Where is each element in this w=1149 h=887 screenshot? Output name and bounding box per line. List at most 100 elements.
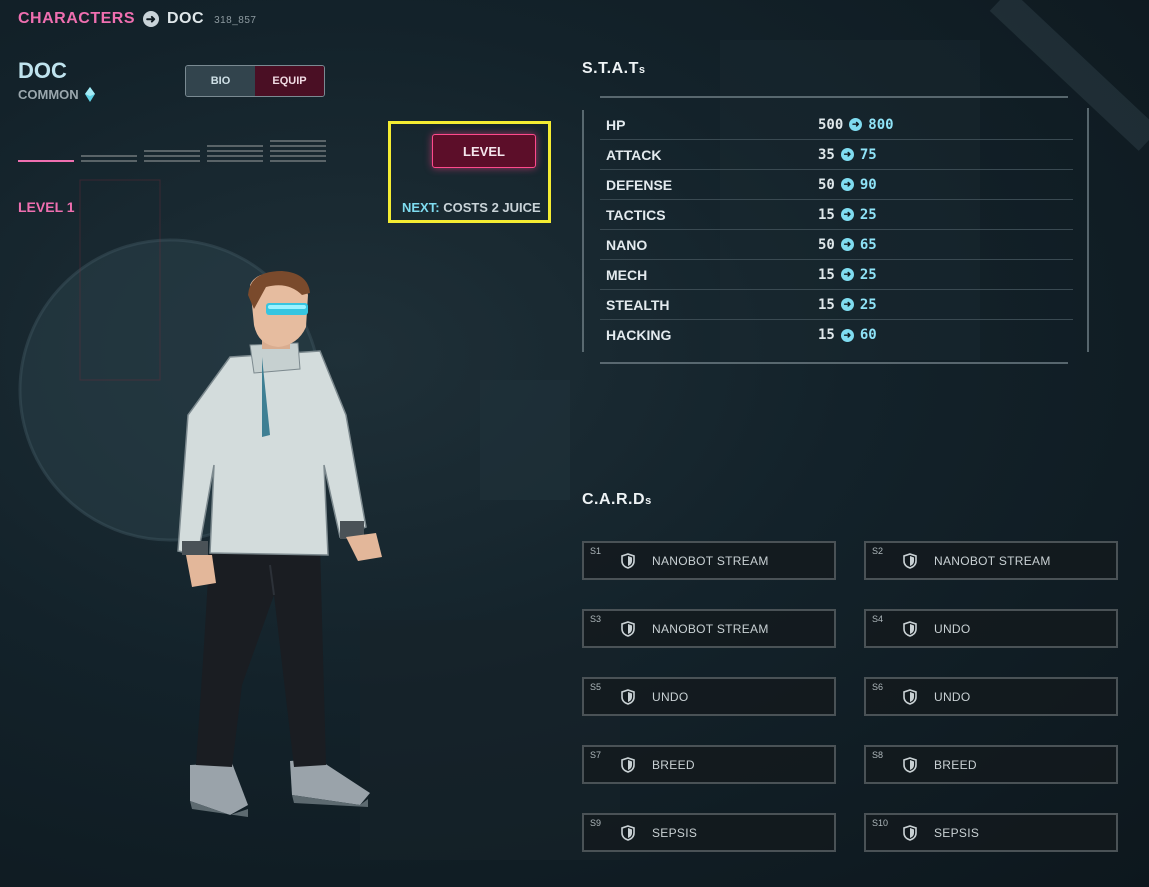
cards-title-text: C.A.R.D [582,491,646,508]
stat-current-value: 15 [818,206,835,223]
stat-row-mech: MECH 15 ➜ 25 [600,260,1073,290]
arrow-right-circle-icon: ➜ [840,238,854,251]
shield-icon [621,689,635,705]
card-slot-s8[interactable]: S8 BREED [864,745,1118,784]
stat-name: HACKING [606,327,672,343]
stat-name: DEFENSE [606,176,673,193]
next-label: NEXT: [402,200,440,215]
card-name: NANOBOT STREAM [652,554,769,568]
stats-table: HP 500 ➜ 800 ATTACK 35 ➜ 75 DEFENSE 50 ➜ 90 TACTICS 1… [600,110,1073,350]
shield-icon [621,757,635,773]
card-name: NANOBOT STREAM [652,622,769,636]
stat-current-value: 15 [818,327,835,343]
stat-name: ATTACK [606,146,662,163]
shield-icon [621,621,635,637]
character-portrait [177,271,382,817]
stats-title-text: S.T.A.T [582,60,639,77]
shield-icon [903,553,917,569]
stat-name: HP [606,116,626,133]
card-name: SEPSIS [652,826,698,840]
card-slot-label: S6 [872,682,884,692]
card-name: BREED [934,758,977,772]
shield-icon [903,825,917,841]
cards-title-suffix: s [645,495,652,507]
arrow-right-circle-icon: ➜ [840,148,854,161]
arrow-right-circle-icon: ➜ [840,298,854,311]
card-name: UNDO [652,690,689,704]
stat-next-value: 90 [859,176,877,193]
card-slot-s9[interactable]: S9 SEPSIS [582,813,836,852]
stats-title: S.T.A.Ts [582,60,645,78]
card-slot-s3[interactable]: S3 NANOBOT STREAM [582,609,836,648]
card-slot-s1[interactable]: S1 NANOBOT STREAM [582,541,836,580]
stat-row-defense: DEFENSE 50 ➜ 90 [600,170,1073,200]
stat-next-value: 75 [859,146,877,163]
stat-value: 35 ➜ 75 [818,147,877,163]
stat-value: 50 ➜ 65 [818,237,877,253]
stat-next-value: 25 [859,266,877,283]
card-slot-s10[interactable]: S10 SEPSIS [864,813,1118,852]
card-slot-label: S8 [872,750,884,760]
card-slot-s6[interactable]: S6 UNDO [864,677,1118,716]
shield-icon [903,689,917,705]
stat-value: 15 ➜ 25 [818,207,877,223]
card-slot-label: S9 [590,818,602,828]
next-cost: COSTS 2 JUICE [443,200,541,215]
card-slot-label: S1 [590,546,602,556]
level-up-button[interactable]: LEVEL [432,134,536,168]
stat-value: 15 ➜ 60 [818,327,877,343]
rarity-row: COMMON [18,87,95,102]
stat-value: 15 ➜ 25 [818,267,877,283]
arrow-right-circle-icon: ➜ [840,208,854,221]
stat-next-value: 800 [868,116,894,133]
card-name: NANOBOT STREAM [934,554,1051,568]
arrow-right-circle-icon: ➜ [849,118,863,131]
stat-name: NANO [606,236,648,253]
card-slot-s2[interactable]: S2 NANOBOT STREAM [864,541,1118,580]
stat-next-value: 65 [859,236,877,253]
breadcrumb: CHARACTERS ➜ DOC 318_857 [18,10,257,28]
breadcrumb-characters-link[interactable]: CHARACTERS [18,10,135,28]
arrow-right-circle-icon: ➜ [143,11,159,27]
arrow-right-circle-icon: ➜ [840,178,854,191]
tab-bio[interactable]: BIO [186,66,255,96]
card-name: UNDO [934,690,971,704]
card-slot-s4[interactable]: S4 UNDO [864,609,1118,648]
diamond-icon [84,87,95,102]
card-name: BREED [652,758,695,772]
card-slot-s5[interactable]: S5 UNDO [582,677,836,716]
rarity-label: COMMON [18,87,79,102]
stat-current-value: 50 [818,236,835,253]
character-id: 318_857 [214,15,257,26]
shield-icon [621,553,635,569]
stat-row-tactics: TACTICS 15 ➜ 25 [600,200,1073,230]
breadcrumb-current: DOC [167,10,205,27]
card-name: UNDO [934,622,971,636]
card-slot-s7[interactable]: S7 BREED [582,745,836,784]
stat-row-nano: NANO 50 ➜ 65 [600,230,1073,260]
stat-name: TACTICS [606,206,666,223]
stat-row-hacking: HACKING 15 ➜ 60 [600,320,1073,350]
stat-next-value: 60 [859,327,877,343]
stat-current-value: 15 [818,296,835,313]
stat-row-attack: ATTACK 35 ➜ 75 [600,140,1073,170]
card-slot-label: S5 [590,682,602,692]
next-level-cost: NEXT: COSTS 2 JUICE [402,200,541,215]
card-slot-label: S3 [590,614,602,624]
card-slot-label: S10 [872,818,889,828]
shield-icon [903,757,917,773]
tab-equip[interactable]: EQUIP [255,66,324,96]
stat-row-stealth: STEALTH 15 ➜ 25 [600,290,1073,320]
stat-next-value: 25 [859,206,877,223]
shield-icon [903,621,917,637]
stat-current-value: 500 [818,116,844,133]
stat-name: MECH [606,266,648,283]
stat-row-hp: HP 500 ➜ 800 [600,110,1073,140]
card-slot-label: S7 [590,750,602,760]
shield-icon [621,825,635,841]
stats-title-suffix: s [638,64,646,76]
stat-value: 50 ➜ 90 [818,177,877,193]
character-name: DOC [18,58,67,83]
card-slot-label: S2 [872,546,884,556]
stat-current-value: 15 [818,266,835,283]
